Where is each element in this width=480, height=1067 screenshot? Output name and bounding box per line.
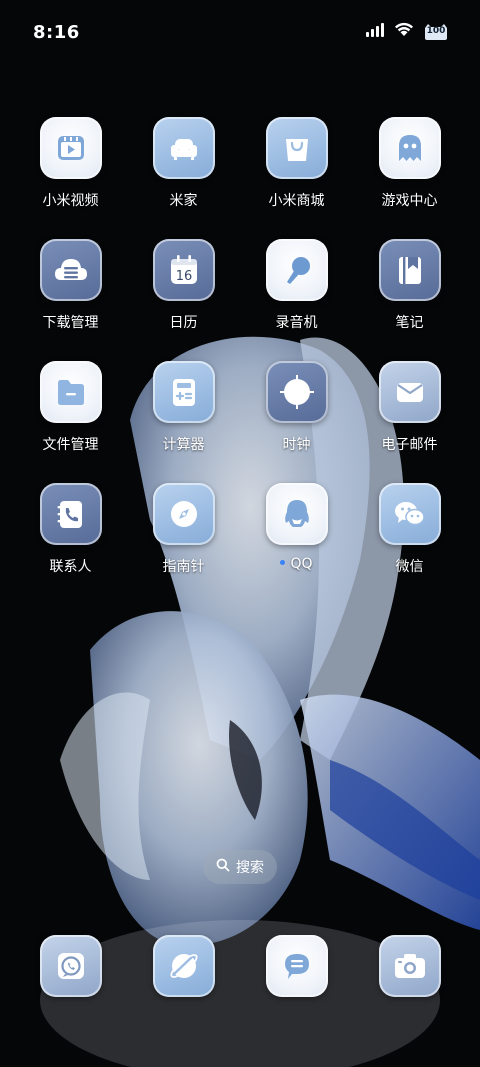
- dock-messages[interactable]: [240, 935, 353, 997]
- clock-icon: [265, 361, 328, 423]
- app-contacts[interactable]: 联系人: [14, 483, 127, 576]
- video-icon: [39, 117, 102, 179]
- phone-book-icon: [39, 483, 102, 545]
- app-label: 电子邮件: [381, 437, 438, 453]
- search-button[interactable]: 搜索: [203, 850, 277, 884]
- signal-icon: [366, 22, 386, 41]
- app-label: 下载管理: [42, 315, 99, 331]
- app-label: 米家: [169, 193, 198, 209]
- app-label: 笔记: [395, 315, 424, 331]
- notebook-icon: [378, 239, 441, 301]
- microphone-icon: [265, 239, 328, 301]
- cloud-download-icon: [39, 239, 102, 301]
- dock-phone[interactable]: [14, 935, 127, 997]
- app-label: 微信: [395, 559, 424, 575]
- calendar-day: 16: [175, 269, 192, 284]
- calculator-icon: [152, 361, 215, 423]
- new-indicator-dot: [280, 559, 286, 565]
- app-label-text: QQ: [290, 556, 313, 572]
- status-bar: 8:16 100: [0, 0, 480, 68]
- app-game-center[interactable]: 游戏中心: [353, 117, 466, 210]
- app-wechat[interactable]: 微信: [353, 483, 466, 576]
- messages-icon: [265, 935, 328, 997]
- dock-camera[interactable]: [353, 935, 466, 997]
- wechat-icon: [378, 483, 441, 545]
- app-clock[interactable]: 时钟: [240, 361, 353, 454]
- app-label: 小米商城: [268, 193, 325, 209]
- folder-icon: [39, 361, 102, 423]
- app-recorder[interactable]: 录音机: [240, 239, 353, 332]
- ghost-icon: [378, 117, 441, 179]
- app-label: 日历: [169, 315, 198, 331]
- calendar-icon: 16: [152, 239, 215, 301]
- compass-icon: [152, 483, 215, 545]
- app-download-manager[interactable]: 下载管理: [14, 239, 127, 332]
- app-label: 录音机: [275, 315, 318, 331]
- dock-browser[interactable]: [127, 935, 240, 997]
- app-label: 联系人: [49, 559, 92, 575]
- app-label: QQ: [240, 556, 353, 572]
- app-label: 游戏中心: [381, 193, 438, 209]
- browser-icon: [152, 935, 215, 997]
- app-notes[interactable]: 笔记: [353, 239, 466, 332]
- wifi-icon: [394, 22, 414, 41]
- app-label: 指南针: [162, 559, 205, 575]
- battery-level: 100: [426, 25, 446, 36]
- app-file-manager[interactable]: 文件管理: [14, 361, 127, 454]
- sofa-icon: [152, 117, 215, 179]
- search-label: 搜索: [236, 860, 264, 876]
- app-qq[interactable]: QQ: [240, 483, 353, 572]
- dock: [0, 935, 480, 999]
- app-xiaomi-video[interactable]: 小米视频: [14, 117, 127, 210]
- app-calculator[interactable]: 计算器: [127, 361, 240, 454]
- app-compass[interactable]: 指南针: [127, 483, 240, 576]
- envelope-icon: [378, 361, 441, 423]
- app-calendar[interactable]: 16 日历: [127, 239, 240, 332]
- search-icon: [216, 858, 230, 876]
- app-email[interactable]: 电子邮件: [353, 361, 466, 454]
- app-label: 时钟: [282, 437, 311, 453]
- status-icons: 100: [366, 22, 450, 41]
- app-label: 小米视频: [42, 193, 99, 209]
- shopping-bag-icon: [265, 117, 328, 179]
- camera-icon: [378, 935, 441, 997]
- status-time: 8:16: [33, 22, 80, 43]
- app-xiaomi-store[interactable]: 小米商城: [240, 117, 353, 210]
- battery-icon: 100: [422, 23, 450, 41]
- app-mijia[interactable]: 米家: [127, 117, 240, 210]
- app-label: 计算器: [162, 437, 205, 453]
- phone-icon: [39, 935, 102, 997]
- qq-penguin-icon: [265, 483, 328, 545]
- app-label: 文件管理: [42, 437, 99, 453]
